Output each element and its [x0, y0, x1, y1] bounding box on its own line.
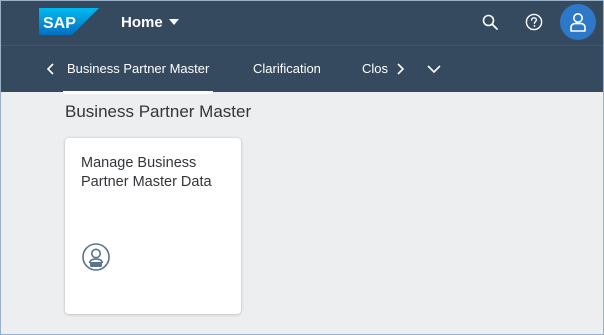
- tab-business-partner-master[interactable]: Business Partner Master: [62, 60, 214, 94]
- chevron-right-icon: [397, 63, 405, 75]
- user-avatar-button[interactable]: [560, 4, 596, 40]
- chevron-down-icon: [427, 65, 441, 73]
- help-icon: [525, 13, 543, 31]
- caret-down-icon: [168, 19, 179, 25]
- person-badge-icon: [82, 243, 110, 271]
- sap-logo[interactable]: SAP: [39, 8, 99, 35]
- tile-title: Manage Business Partner Master Data: [81, 155, 212, 190]
- tab-label: Clos: [362, 61, 388, 76]
- help-button[interactable]: [523, 11, 545, 33]
- tab-closing[interactable]: Clos: [362, 60, 388, 80]
- launchpad-window: SAP Home Business Partner Master Clarifi…: [0, 0, 604, 335]
- user-icon: [570, 13, 586, 32]
- home-label: Home: [121, 13, 163, 31]
- sap-logo-text: SAP: [43, 15, 76, 32]
- tab-clarification[interactable]: Clarification: [253, 60, 321, 80]
- tab-label: Business Partner Master: [67, 61, 210, 76]
- shell-bar: SAP Home: [1, 1, 603, 45]
- home-menu-button[interactable]: Home: [121, 12, 179, 32]
- anchor-navigation-bar: Business Partner Master Clarification Cl…: [1, 45, 603, 94]
- chevron-left-icon: [46, 63, 54, 75]
- app-tile-manage-business-partner[interactable]: Manage Business Partner Master Data: [65, 138, 241, 314]
- search-button[interactable]: [479, 11, 501, 33]
- overflow-menu-button[interactable]: [424, 59, 444, 79]
- tab-label: Clarification: [253, 61, 321, 76]
- search-icon: [482, 14, 498, 30]
- scroll-left-button[interactable]: [41, 59, 59, 79]
- scroll-right-button[interactable]: [392, 59, 410, 79]
- section-title: Business Partner Master: [65, 102, 252, 121]
